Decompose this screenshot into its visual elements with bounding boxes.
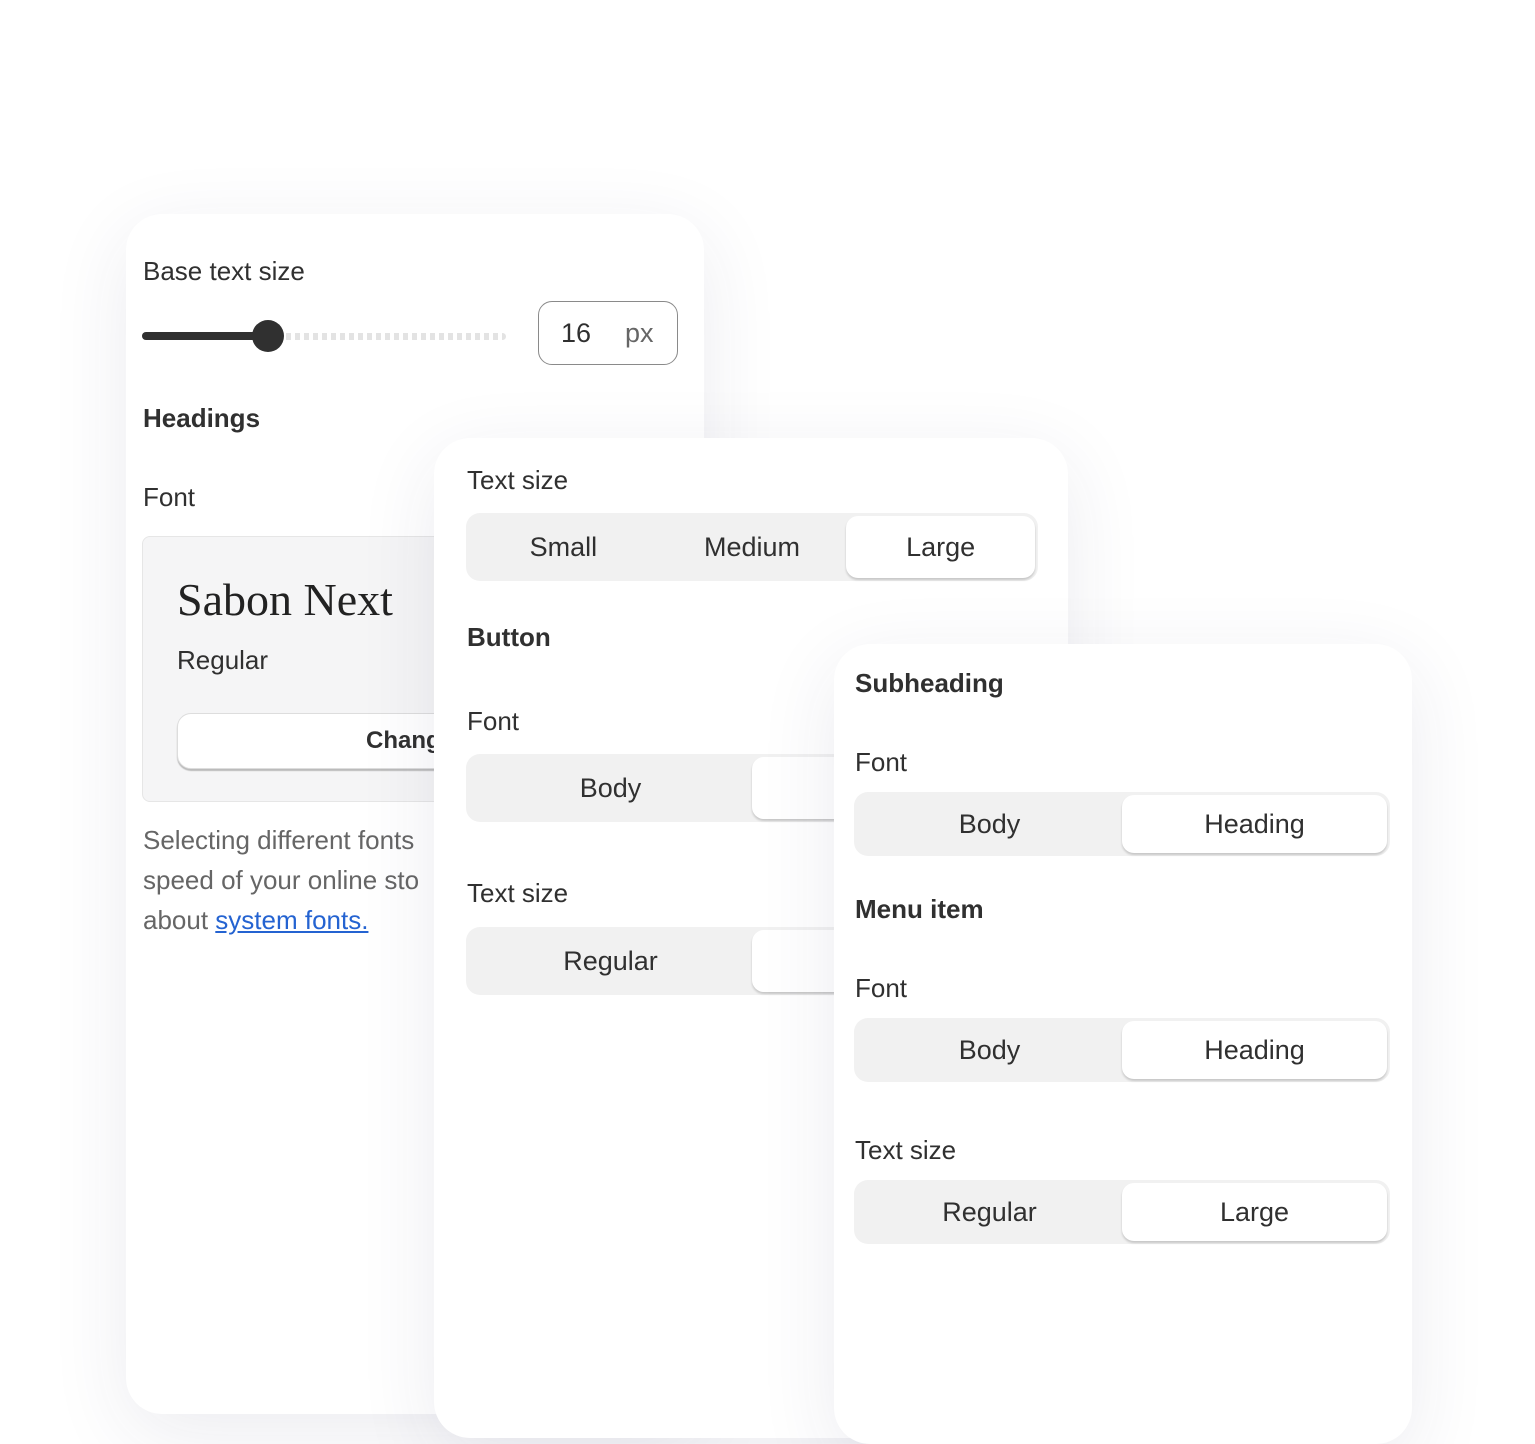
- subheading-font-segmented[interactable]: Body Heading: [854, 792, 1390, 856]
- option-body[interactable]: Body: [857, 795, 1122, 853]
- option-heading[interactable]: Heading: [1122, 1021, 1387, 1079]
- button-title: Button: [467, 622, 551, 652]
- button-text-size-label: Text size: [467, 878, 569, 908]
- option-large[interactable]: Large: [846, 516, 1036, 578]
- subheading-typography-card: Subheading Font Body Heading Menu item F…: [834, 644, 1412, 1444]
- menu-text-size-label: Text size: [855, 1135, 957, 1165]
- menu-text-size-segmented[interactable]: Regular Large: [854, 1180, 1390, 1244]
- change-button-label: Chang: [366, 727, 441, 754]
- text-size-segmented[interactable]: Small Medium Large: [466, 513, 1038, 581]
- menu-font-segmented[interactable]: Body Heading: [854, 1018, 1390, 1082]
- option-large[interactable]: Large: [1122, 1183, 1387, 1241]
- menu-font-label: Font: [855, 973, 908, 1003]
- headings-title: Headings: [143, 403, 261, 433]
- text-size-label: Text size: [467, 465, 569, 495]
- size-value: 16: [561, 318, 592, 348]
- base-text-size-slider[interactable]: [142, 320, 506, 352]
- slider-fill: [142, 332, 268, 340]
- option-regular[interactable]: Regular: [469, 930, 752, 992]
- size-input[interactable]: 16 px: [538, 301, 678, 365]
- help-line: speed of your online sto: [143, 865, 420, 895]
- subheading-font-label: Font: [855, 747, 908, 777]
- base-text-size-label: Base text size: [143, 256, 305, 286]
- option-body[interactable]: Body: [857, 1021, 1122, 1079]
- help-text: Selecting different fonts speed of your …: [143, 820, 419, 940]
- option-heading[interactable]: Heading: [1122, 795, 1387, 853]
- option-medium[interactable]: Medium: [658, 516, 847, 578]
- font-name: Sabon Next: [177, 574, 393, 625]
- font-label: Font: [143, 482, 196, 512]
- help-line: about: [143, 905, 216, 935]
- system-fonts-link[interactable]: system fonts.: [215, 905, 368, 935]
- size-unit: px: [625, 318, 654, 348]
- option-small[interactable]: Small: [469, 516, 658, 578]
- menu-item-title: Menu item: [855, 894, 984, 924]
- option-regular[interactable]: Regular: [857, 1183, 1122, 1241]
- font-style: Regular: [177, 645, 269, 675]
- help-line: Selecting different fonts: [143, 825, 415, 855]
- button-font-label: Font: [467, 706, 520, 736]
- slider-thumb[interactable]: [252, 320, 284, 352]
- option-body[interactable]: Body: [469, 757, 752, 819]
- subheading-title: Subheading: [855, 668, 1004, 698]
